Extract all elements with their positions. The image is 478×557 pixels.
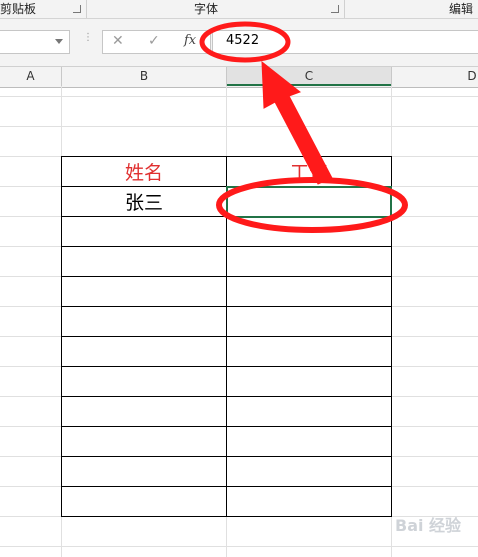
annotation-cell-circle [216,177,408,233]
annotation-formula-circle [199,21,291,63]
annotation-overlay [199,21,408,233]
watermark-logo: Bai 经验 [395,516,462,535]
annotation-arrow-icon [261,60,333,185]
